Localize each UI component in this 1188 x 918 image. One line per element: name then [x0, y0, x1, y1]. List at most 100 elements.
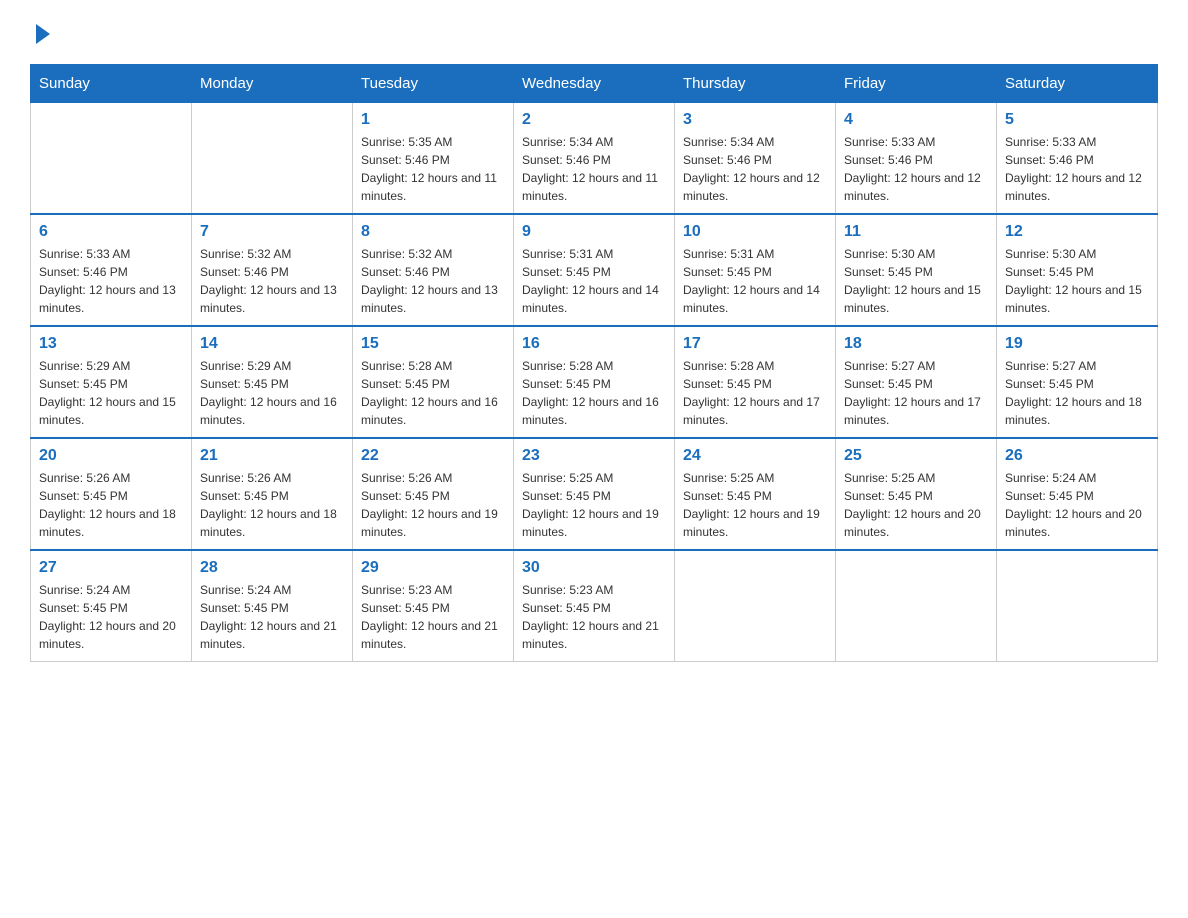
day-number: 28: [200, 559, 344, 577]
day-number: 22: [361, 447, 505, 465]
calendar-cell: 25Sunrise: 5:25 AM Sunset: 5:45 PM Dayli…: [836, 438, 997, 550]
day-number: 27: [39, 559, 183, 577]
calendar-cell: 1 Sunrise: 5:35 AM Sunset: 5:46 PM Daylig…: [353, 103, 514, 215]
day-number: 11: [844, 223, 988, 241]
day-number: 12: [1005, 223, 1149, 241]
day-info: Sunrise: 5:25 AM Sunset: 5:45 PM Dayligh…: [844, 469, 988, 541]
calendar-cell: 7Sunrise: 5:32 AM Sunset: 5:46 PM Daylig…: [192, 214, 353, 326]
calendar-header-row: Sunday Monday Tuesday Wednesday Thursday…: [31, 65, 1158, 103]
calendar-cell: 20 Sunrise: 5:26 AM Sunset: 5:45 PM Dayli…: [31, 438, 192, 550]
day-info: Sunrise: 5:26 AM Sunset: 5:45 PM Dayligh…: [200, 469, 344, 541]
day-number: 13: [39, 335, 183, 353]
day-info: Sunrise: 5:23 AM Sunset: 5:45 PM Dayligh…: [361, 581, 505, 653]
day-number: 16: [522, 335, 666, 353]
calendar-cell: 21Sunrise: 5:26 AM Sunset: 5:45 PM Dayli…: [192, 438, 353, 550]
calendar-cell: 10 Sunrise: 5:31 AM Sunset: 5:45 PM Dayli…: [675, 214, 836, 326]
day-info: Sunrise: 5:34 AM Sunset: 5:46 PM Dayligh…: [683, 133, 827, 205]
day-info: Sunrise: 5:26 AM Sunset: 5:45 PM Dayligh…: [361, 469, 505, 541]
day-info: Sunrise: 5:33 AM Sunset: 5:46 PM Dayligh…: [1005, 133, 1149, 205]
day-number: 24: [683, 447, 827, 465]
calendar-cell: [675, 550, 836, 662]
calendar-cell: [192, 103, 353, 215]
week-row-4: 20 Sunrise: 5:26 AM Sunset: 5:45 PM Dayli…: [31, 438, 1158, 550]
day-info: Sunrise: 5:28 AM Sunset: 5:45 PM Dayligh…: [683, 357, 827, 429]
calendar-cell: 3 Sunrise: 5:34 AM Sunset: 5:46 PM Daylig…: [675, 103, 836, 215]
day-number: 3: [683, 111, 827, 129]
calendar-cell: [997, 550, 1158, 662]
header-sunday: Sunday: [31, 65, 192, 103]
calendar-cell: 23 Sunrise: 5:25 AM Sunset: 5:45 PM Dayli…: [514, 438, 675, 550]
calendar-cell: 4 Sunrise: 5:33 AM Sunset: 5:46 PM Daylig…: [836, 103, 997, 215]
header-wednesday: Wednesday: [514, 65, 675, 103]
calendar-cell: 26Sunrise: 5:24 AM Sunset: 5:45 PM Dayli…: [997, 438, 1158, 550]
calendar-cell: 19 Sunrise: 5:27 AM Sunset: 5:45 PM Dayli…: [997, 326, 1158, 438]
calendar-cell: 2 Sunrise: 5:34 AM Sunset: 5:46 PM Daylig…: [514, 103, 675, 215]
week-row-2: 6 Sunrise: 5:33 AM Sunset: 5:46 PM Daylig…: [31, 214, 1158, 326]
calendar-cell: 24 Sunrise: 5:25 AM Sunset: 5:45 PM Dayli…: [675, 438, 836, 550]
calendar-cell: 11 Sunrise: 5:30 AM Sunset: 5:45 PM Dayli…: [836, 214, 997, 326]
day-number: 29: [361, 559, 505, 577]
logo: [30, 20, 50, 44]
day-info: Sunrise: 5:35 AM Sunset: 5:46 PM Dayligh…: [361, 133, 505, 205]
day-number: 6: [39, 223, 183, 241]
day-info: Sunrise: 5:32 AM Sunset: 5:46 PM Dayligh…: [361, 245, 505, 317]
week-row-3: 13 Sunrise: 5:29 AM Sunset: 5:45 PM Dayli…: [31, 326, 1158, 438]
day-info: Sunrise: 5:31 AM Sunset: 5:45 PM Dayligh…: [683, 245, 827, 317]
header-saturday: Saturday: [997, 65, 1158, 103]
day-number: 10: [683, 223, 827, 241]
day-number: 8: [361, 223, 505, 241]
calendar-cell: 30 Sunrise: 5:23 AM Sunset: 5:45 PM Dayli…: [514, 550, 675, 662]
day-info: Sunrise: 5:23 AM Sunset: 5:45 PM Dayligh…: [522, 581, 666, 653]
calendar-cell: [836, 550, 997, 662]
day-number: 20: [39, 447, 183, 465]
calendar-cell: 13 Sunrise: 5:29 AM Sunset: 5:45 PM Dayli…: [31, 326, 192, 438]
page-header: [30, 20, 1158, 44]
day-number: 23: [522, 447, 666, 465]
day-number: 7: [200, 223, 344, 241]
header-tuesday: Tuesday: [353, 65, 514, 103]
day-number: 18: [844, 335, 988, 353]
day-info: Sunrise: 5:30 AM Sunset: 5:45 PM Dayligh…: [1005, 245, 1149, 317]
day-info: Sunrise: 5:25 AM Sunset: 5:45 PM Dayligh…: [683, 469, 827, 541]
day-info: Sunrise: 5:30 AM Sunset: 5:45 PM Dayligh…: [844, 245, 988, 317]
day-info: Sunrise: 5:27 AM Sunset: 5:45 PM Dayligh…: [1005, 357, 1149, 429]
calendar-cell: 9Sunrise: 5:31 AM Sunset: 5:45 PM Daylig…: [514, 214, 675, 326]
day-info: Sunrise: 5:25 AM Sunset: 5:45 PM Dayligh…: [522, 469, 666, 541]
day-number: 5: [1005, 111, 1149, 129]
header-monday: Monday: [192, 65, 353, 103]
day-info: Sunrise: 5:34 AM Sunset: 5:46 PM Dayligh…: [522, 133, 666, 205]
calendar-cell: 27Sunrise: 5:24 AM Sunset: 5:45 PM Dayli…: [31, 550, 192, 662]
day-number: 19: [1005, 335, 1149, 353]
logo-arrow-icon: [36, 24, 50, 44]
calendar-cell: 22 Sunrise: 5:26 AM Sunset: 5:45 PM Dayli…: [353, 438, 514, 550]
calendar-cell: 12 Sunrise: 5:30 AM Sunset: 5:45 PM Dayli…: [997, 214, 1158, 326]
week-row-5: 27 Sunrise: 5:24 AM Sunset: 5:45 PM Dayli…: [31, 550, 1158, 662]
calendar-cell: 17Sunrise: 5:28 AM Sunset: 5:45 PM Dayli…: [675, 326, 836, 438]
day-number: 26: [1005, 447, 1149, 465]
day-number: 14: [200, 335, 344, 353]
calendar-cell: 16 Sunrise: 5:28 AM Sunset: 5:45 PM Dayli…: [514, 326, 675, 438]
day-number: 1: [361, 111, 505, 129]
day-info: Sunrise: 5:31 AM Sunset: 5:45 PM Dayligh…: [522, 245, 666, 317]
header-thursday: Thursday: [675, 65, 836, 103]
day-info: Sunrise: 5:28 AM Sunset: 5:45 PM Dayligh…: [361, 357, 505, 429]
calendar-cell: 14 Sunrise: 5:29 AM Sunset: 5:45 PM Dayli…: [192, 326, 353, 438]
day-info: Sunrise: 5:26 AM Sunset: 5:45 PM Dayligh…: [39, 469, 183, 541]
day-number: 30: [522, 559, 666, 577]
calendar-cell: 29 Sunrise: 5:23 AM Sunset: 5:45 PM Dayli…: [353, 550, 514, 662]
calendar-cell: [31, 103, 192, 215]
calendar-cell: 6 Sunrise: 5:33 AM Sunset: 5:46 PM Daylig…: [31, 214, 192, 326]
day-info: Sunrise: 5:33 AM Sunset: 5:46 PM Dayligh…: [39, 245, 183, 317]
day-info: Sunrise: 5:33 AM Sunset: 5:46 PM Dayligh…: [844, 133, 988, 205]
calendar-cell: 8 Sunrise: 5:32 AM Sunset: 5:46 PM Daylig…: [353, 214, 514, 326]
day-number: 2: [522, 111, 666, 129]
day-number: 15: [361, 335, 505, 353]
header-friday: Friday: [836, 65, 997, 103]
day-info: Sunrise: 5:29 AM Sunset: 5:45 PM Dayligh…: [200, 357, 344, 429]
calendar-cell: 18 Sunrise: 5:27 AM Sunset: 5:45 PM Dayli…: [836, 326, 997, 438]
day-info: Sunrise: 5:29 AM Sunset: 5:45 PM Dayligh…: [39, 357, 183, 429]
day-info: Sunrise: 5:27 AM Sunset: 5:45 PM Dayligh…: [844, 357, 988, 429]
day-info: Sunrise: 5:24 AM Sunset: 5:45 PM Dayligh…: [200, 581, 344, 653]
day-info: Sunrise: 5:28 AM Sunset: 5:45 PM Dayligh…: [522, 357, 666, 429]
day-number: 4: [844, 111, 988, 129]
